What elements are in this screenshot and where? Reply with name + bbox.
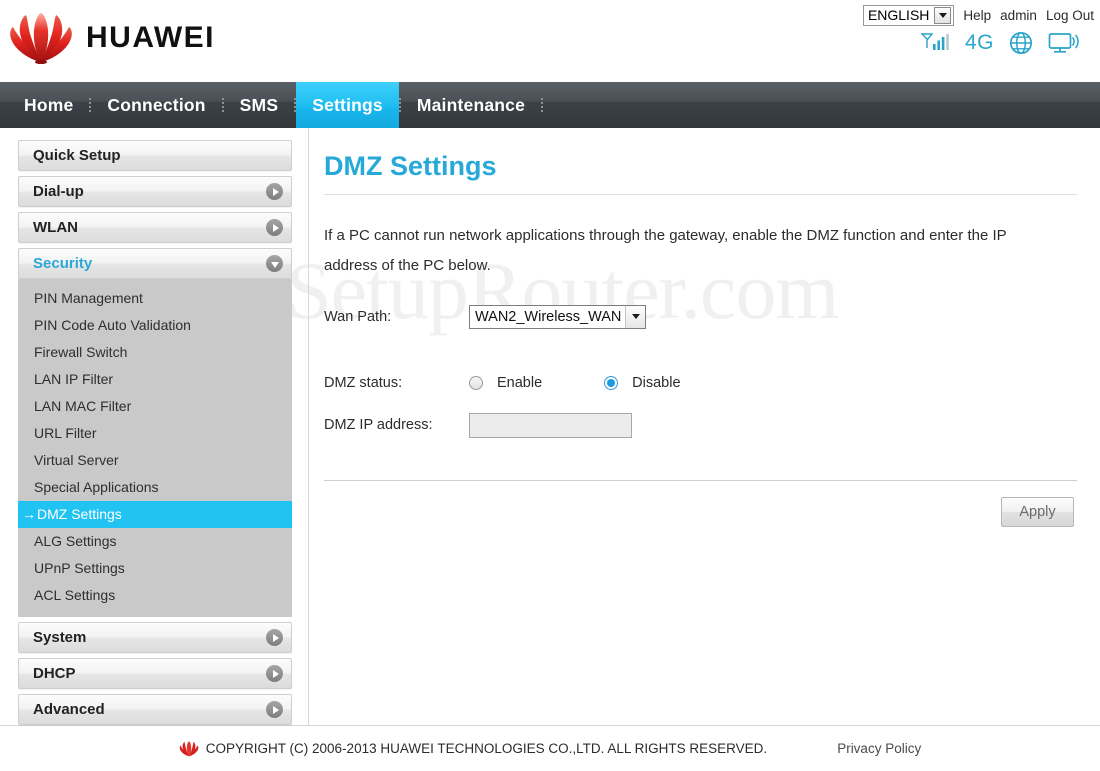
chevron-down-icon bbox=[934, 6, 952, 24]
help-link[interactable]: Help bbox=[963, 8, 991, 23]
wan-path-select[interactable]: WAN2_Wireless_WAN bbox=[469, 304, 647, 329]
chevron-right-icon bbox=[266, 665, 283, 682]
page-description: If a PC cannot run network applications … bbox=[324, 226, 1007, 274]
privacy-policy-link[interactable]: Privacy Policy bbox=[837, 741, 921, 756]
brand-name: HUAWEI bbox=[86, 21, 215, 54]
chevron-down-icon bbox=[266, 255, 283, 272]
main-navigation: Home Connection SMS Settings Maintenance bbox=[0, 82, 1100, 128]
sidebar-item-pin-code-auto-validation[interactable]: PIN Code Auto Validation bbox=[18, 312, 292, 339]
copyright-block: COPYRIGHT (C) 2006-2013 HUAWEI TECHNOLOG… bbox=[179, 740, 768, 757]
title-divider bbox=[324, 193, 1077, 195]
sidebar-item-lan-mac-filter[interactable]: LAN MAC Filter bbox=[18, 393, 292, 420]
wan-path-row: Wan Path: WAN2_Wireless_WAN bbox=[324, 304, 1080, 329]
sidebar-item-upnp-settings[interactable]: UPnP Settings bbox=[18, 555, 292, 582]
sidebar-section-label: Dial-up bbox=[33, 183, 84, 200]
sidebar-section-label: Quick Setup bbox=[33, 147, 121, 164]
chevron-right-icon bbox=[266, 183, 283, 200]
dmz-enable-radio[interactable] bbox=[469, 375, 483, 390]
nav-separator bbox=[221, 97, 224, 113]
header-right: ENGLISH Help admin Log Out 4G bbox=[862, 4, 1094, 60]
brand: HUAWEI bbox=[8, 12, 215, 65]
page-body: SetupRouter.com Quick Setup Dial-up WLAN… bbox=[0, 128, 1100, 725]
wan-path-label: Wan Path: bbox=[324, 308, 392, 325]
copyright-text: COPYRIGHT (C) 2006-2013 HUAWEI TECHNOLOG… bbox=[205, 741, 768, 756]
nav-item-maintenance[interactable]: Maintenance bbox=[401, 82, 541, 128]
main-content: DMZ Settings If a PC cannot run network … bbox=[292, 128, 1100, 725]
sidebar-item-url-filter[interactable]: URL Filter bbox=[18, 420, 292, 447]
language-select[interactable]: ENGLISH bbox=[862, 4, 955, 26]
chevron-right-icon bbox=[266, 629, 283, 646]
language-value: ENGLISH bbox=[867, 7, 930, 23]
admin-link[interactable]: admin bbox=[1000, 8, 1037, 23]
sidebar-item-dmz-settings[interactable]: →DMZ Settings bbox=[18, 501, 292, 528]
sidebar-item-lan-ip-filter[interactable]: LAN IP Filter bbox=[18, 366, 292, 393]
sidebar-section-label: Advanced bbox=[33, 701, 105, 718]
dmz-status-radio-group: Enable Disable bbox=[469, 375, 681, 391]
nav-item-home[interactable]: Home bbox=[8, 82, 89, 128]
network-type-label: 4G bbox=[964, 31, 994, 54]
nav-separator bbox=[398, 97, 401, 113]
form-divider bbox=[324, 479, 1077, 481]
nav-separator bbox=[89, 97, 92, 113]
huawei-flower-logo bbox=[8, 12, 74, 65]
nav-item-connection[interactable]: Connection bbox=[91, 82, 221, 128]
nav-separator bbox=[294, 97, 297, 113]
sidebar-item-firewall-switch[interactable]: Firewall Switch bbox=[18, 339, 292, 366]
signal-bars-icon bbox=[920, 32, 951, 54]
header-top-row: ENGLISH Help admin Log Out bbox=[862, 4, 1094, 26]
dmz-status-row: DMZ status: Enable Disable bbox=[324, 375, 1080, 391]
sidebar-section-quick-setup[interactable]: Quick Setup bbox=[18, 140, 292, 171]
dmz-enable-label: Enable bbox=[497, 374, 543, 391]
chevron-down-icon bbox=[625, 305, 646, 328]
sidebar-section-label: System bbox=[33, 629, 87, 646]
sidebar-submenu-security: PIN Management PIN Code Auto Validation … bbox=[18, 279, 292, 617]
sidebar-item-virtual-server[interactable]: Virtual Server bbox=[18, 447, 292, 474]
sidebar-item-acl-settings[interactable]: ACL Settings bbox=[18, 582, 292, 609]
nav-item-settings[interactable]: Settings bbox=[296, 82, 399, 128]
sidebar-section-label: WLAN bbox=[33, 219, 78, 236]
dmz-ip-row: DMZ IP address: bbox=[324, 412, 1080, 438]
sidebar-section-system[interactable]: System bbox=[18, 622, 292, 653]
chevron-right-icon bbox=[266, 701, 283, 718]
dmz-enable-option[interactable]: Enable bbox=[469, 375, 542, 391]
dmz-status-label: DMZ status: bbox=[324, 374, 403, 391]
apply-row: Apply bbox=[324, 496, 1080, 527]
sidebar-item-special-applications[interactable]: Special Applications bbox=[18, 474, 292, 501]
page-header: HUAWEI ENGLISH Help admin Log Out 4G bbox=[0, 0, 1100, 82]
sidebar-section-wlan[interactable]: WLAN bbox=[18, 212, 292, 243]
page-footer: COPYRIGHT (C) 2006-2013 HUAWEI TECHNOLOG… bbox=[0, 725, 1100, 771]
dmz-ip-input[interactable] bbox=[469, 412, 632, 438]
sidebar-section-advanced[interactable]: Advanced bbox=[18, 694, 292, 725]
chevron-right-icon bbox=[266, 219, 283, 236]
globe-icon bbox=[1008, 30, 1034, 56]
dmz-disable-label: Disable bbox=[632, 374, 681, 391]
sidebar-section-label: Security bbox=[33, 255, 93, 272]
sidebar: Quick Setup Dial-up WLAN Security PIN Ma… bbox=[0, 128, 292, 725]
huawei-mini-logo bbox=[179, 740, 199, 757]
sidebar-section-dhcp[interactable]: DHCP bbox=[18, 658, 292, 689]
sidebar-item-alg-settings[interactable]: ALG Settings bbox=[18, 528, 292, 555]
nav-separator bbox=[541, 97, 544, 113]
sidebar-section-label: DHCP bbox=[33, 665, 76, 682]
dmz-disable-radio[interactable] bbox=[604, 375, 619, 390]
apply-button[interactable]: Apply bbox=[1001, 496, 1074, 527]
sidebar-item-pin-management[interactable]: PIN Management bbox=[18, 285, 292, 312]
sidebar-item-label: DMZ Settings bbox=[37, 506, 122, 522]
dmz-ip-label: DMZ IP address: bbox=[324, 417, 433, 434]
logout-link[interactable]: Log Out bbox=[1046, 8, 1094, 23]
status-icon-row: 4G bbox=[863, 26, 1094, 60]
nav-item-sms[interactable]: SMS bbox=[224, 82, 295, 128]
wan-path-value: WAN2_Wireless_WAN bbox=[475, 308, 622, 325]
arrow-right-icon: → bbox=[22, 506, 36, 522]
dmz-disable-option[interactable]: Disable bbox=[604, 374, 681, 391]
dmz-settings-form: Wan Path: WAN2_Wireless_WAN DMZ status: … bbox=[324, 304, 1080, 527]
device-connected-icon bbox=[1048, 31, 1080, 55]
sidebar-section-security[interactable]: Security bbox=[18, 248, 292, 279]
page-title: DMZ Settings bbox=[324, 151, 497, 181]
sidebar-section-dial-up[interactable]: Dial-up bbox=[18, 176, 292, 207]
